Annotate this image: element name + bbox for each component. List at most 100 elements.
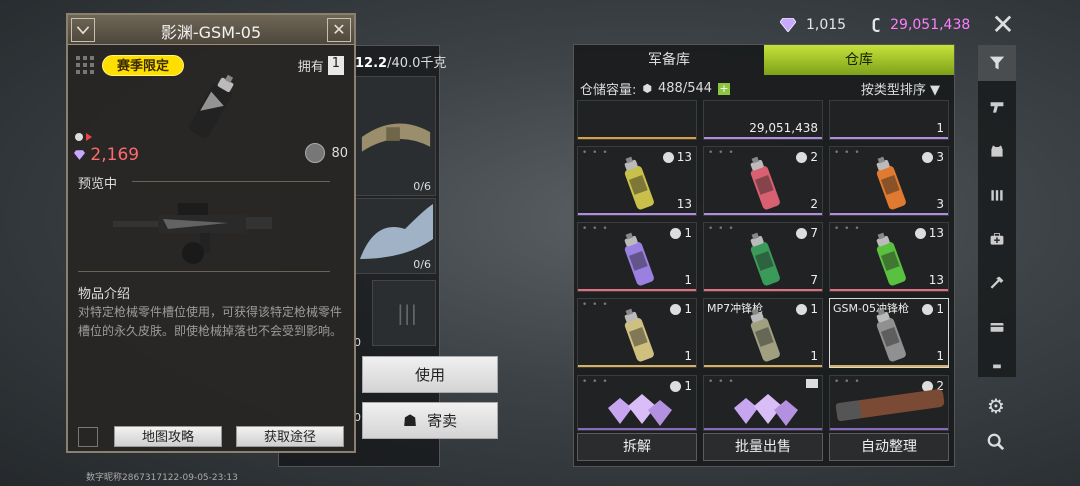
cube-icon bbox=[796, 303, 808, 315]
backpack-cell[interactable]: ||| bbox=[372, 280, 436, 346]
warehouse-cell[interactable]: • • • bbox=[703, 375, 823, 431]
spray-can-image bbox=[876, 308, 906, 362]
rep-value: 80 bbox=[305, 143, 348, 163]
more-dots: • • • bbox=[582, 300, 609, 310]
bulk-sell-button[interactable]: 批量出售 bbox=[703, 433, 823, 461]
badge-icon bbox=[305, 143, 326, 163]
spray-can-image bbox=[624, 156, 654, 210]
owned-count: 拥有 1 bbox=[298, 56, 344, 75]
item-quantity: 1 bbox=[684, 273, 692, 287]
collapse-button[interactable] bbox=[71, 18, 95, 42]
spray-can-image bbox=[189, 74, 234, 138]
cube-icon bbox=[670, 303, 682, 315]
spray-can-image bbox=[876, 232, 906, 286]
filter-icon[interactable] bbox=[978, 45, 1016, 81]
warehouse-cell[interactable]: • • • 13 13 bbox=[829, 222, 949, 292]
weight-readout: 12.2/40.0千克 bbox=[355, 56, 447, 71]
tool-icon[interactable] bbox=[978, 265, 1016, 301]
item-quantity: 7 bbox=[810, 273, 818, 287]
more-dots: • • • bbox=[582, 377, 609, 387]
warehouse-cell[interactable]: • • • 13 13 bbox=[577, 146, 697, 216]
more-dots: • • • bbox=[708, 377, 735, 387]
sort-dropdown[interactable]: 按类型排序 ▼ bbox=[861, 79, 940, 98]
get-source-button[interactable]: 获取途径 bbox=[236, 426, 344, 447]
warehouse-cell[interactable]: GSM-05冲锋枪 1 1 bbox=[829, 298, 949, 368]
warehouse-tabs: 军备库 仓库 bbox=[574, 45, 954, 75]
dismantle-button[interactable]: 拆解 bbox=[577, 433, 697, 461]
warehouse-cell[interactable]: • • • 1 1 bbox=[577, 222, 697, 292]
rarity-bar bbox=[830, 365, 948, 367]
toggle-checkbox[interactable] bbox=[78, 427, 98, 447]
card-icon[interactable] bbox=[978, 309, 1016, 345]
gear-icon[interactable]: ⚙ bbox=[984, 394, 1008, 418]
rarity-bar bbox=[830, 289, 948, 291]
gem-amount: 1,015 bbox=[806, 17, 847, 33]
item-quantity: 29,051,438 bbox=[749, 121, 818, 135]
close-icon[interactable]: ✕ bbox=[988, 10, 1018, 40]
use-button[interactable]: 使用 bbox=[362, 356, 498, 393]
cube-icon bbox=[922, 303, 934, 315]
pistol-icon[interactable] bbox=[978, 89, 1016, 125]
item-quantity: 3 bbox=[936, 197, 944, 211]
item-quantity: 13 bbox=[928, 273, 944, 287]
rarity-bar bbox=[830, 137, 948, 139]
more-dots: • • • bbox=[834, 224, 861, 234]
owned-tag: 13 bbox=[662, 150, 692, 164]
gun-preview-image bbox=[113, 203, 272, 264]
cube-icon bbox=[670, 227, 682, 239]
owned-tag: 1 bbox=[796, 302, 818, 316]
search-icon[interactable] bbox=[984, 432, 1008, 456]
cube-icon bbox=[914, 227, 926, 239]
item-quantity: 1 bbox=[810, 349, 818, 363]
caret-down-icon: ▼ bbox=[930, 83, 940, 98]
spray-can-image bbox=[750, 156, 780, 210]
warehouse-cell[interactable]: MP7冲锋枪 1 1 bbox=[703, 298, 823, 368]
warehouse-cell[interactable]: • • • 1 bbox=[577, 375, 697, 431]
tab-armory[interactable]: 军备库 bbox=[574, 45, 764, 75]
warehouse-cell[interactable]: • • • 7 7 bbox=[703, 222, 823, 292]
owned-tag: 13 bbox=[914, 226, 944, 240]
warehouse-cell[interactable] bbox=[577, 100, 697, 140]
owned-tag: 2 bbox=[796, 150, 818, 164]
rarity-bar bbox=[704, 289, 822, 291]
currency-bar: 1,015 ʗ 29,051,438 bbox=[780, 12, 970, 38]
item-detail-panel: 影渊-GSM-05 ✕ 赛季限定 拥有 1 2,169 80 预览中 物品介绍 … bbox=[66, 13, 356, 453]
item-quantity: 1 bbox=[936, 349, 944, 363]
more-icon[interactable]: ▬ bbox=[978, 355, 1016, 377]
backpack-cell[interactable]: 0/6 bbox=[354, 76, 436, 196]
item-quantity: 1 bbox=[936, 121, 944, 135]
coin-amount: 29,051,438 bbox=[890, 17, 971, 33]
capacity-readout: 仓储容量: ⬢ 488/544 + bbox=[580, 81, 731, 98]
watermark-text: 数字昵称2867317122-09-05-23:13 bbox=[86, 473, 238, 483]
more-dots: • • • bbox=[708, 148, 735, 158]
expand-capacity-icon[interactable]: + bbox=[718, 82, 731, 95]
spray-can-image bbox=[624, 308, 654, 362]
warehouse-cell[interactable]: • • • 1 1 bbox=[577, 298, 697, 368]
backpack-cell[interactable]: 0/6 bbox=[354, 198, 436, 274]
warehouse-cell[interactable]: • • • 2 2 bbox=[703, 146, 823, 216]
armor-icon[interactable] bbox=[978, 133, 1016, 169]
warehouse-cell[interactable]: 1 bbox=[829, 100, 949, 140]
auto-sort-button[interactable]: 自动整理 bbox=[829, 433, 949, 461]
warehouse-cell[interactable]: 29,051,438 bbox=[703, 100, 823, 140]
ammo-icon[interactable] bbox=[978, 177, 1016, 213]
diamond-pile-image bbox=[608, 394, 672, 426]
item-quantity: 13 bbox=[676, 197, 692, 211]
medkit-icon[interactable] bbox=[978, 221, 1016, 257]
tab-warehouse[interactable]: 仓库 bbox=[764, 45, 954, 75]
grid-icon bbox=[76, 56, 94, 74]
warehouse-cell[interactable]: • • • 2 bbox=[829, 375, 949, 431]
owned-tag: 1 bbox=[922, 302, 944, 316]
spray-can-image bbox=[624, 232, 654, 286]
rarity-bar bbox=[704, 137, 822, 139]
map-guide-button[interactable]: 地图攻略 bbox=[114, 426, 222, 447]
consign-button[interactable]: ☗ 寄卖 bbox=[362, 402, 498, 439]
warehouse-cell[interactable]: • • • 3 3 bbox=[829, 146, 949, 216]
rarity-bar bbox=[830, 213, 948, 215]
trade-icon bbox=[75, 133, 92, 141]
close-detail-button[interactable]: ✕ bbox=[327, 18, 351, 42]
rarity-bar bbox=[578, 289, 696, 291]
rarity-bar bbox=[578, 365, 696, 367]
cube-icon: ⬢ bbox=[642, 82, 652, 95]
suppressor-image bbox=[835, 389, 945, 422]
